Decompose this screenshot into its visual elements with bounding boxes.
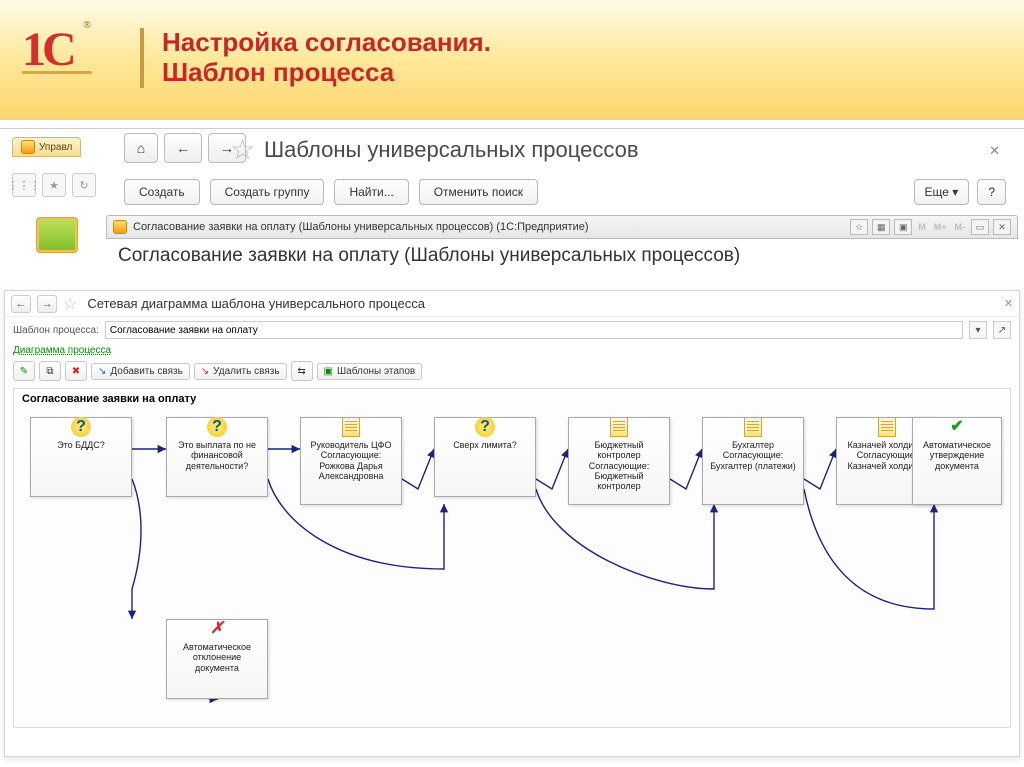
- tool-btn[interactable]: ☆: [850, 219, 868, 235]
- dropdown-icon[interactable]: ▾: [969, 321, 987, 339]
- copy-button[interactable]: ⧉: [39, 361, 61, 381]
- section-label: Диаграмма процесса: [5, 343, 1019, 358]
- add-node-button[interactable]: ✎: [13, 361, 35, 381]
- close-icon[interactable]: ✕: [989, 143, 1000, 159]
- template-label: Шаблон процесса:: [13, 325, 99, 336]
- slide-header: 1C® Настройка согласования. Шаблон проце…: [0, 0, 1024, 120]
- flow-node-role2[interactable]: Бюджетный контролер Согласующие: Бюджетн…: [568, 417, 670, 505]
- history-icon[interactable]: ↻: [72, 173, 96, 197]
- minimize-icon[interactable]: ▭: [971, 219, 989, 235]
- back-button[interactable]: ←: [11, 295, 31, 313]
- tool-btn[interactable]: ⇆: [291, 361, 313, 381]
- flow-node-q2[interactable]: ?Это выплата по не финансовой деятельнос…: [166, 417, 268, 497]
- find-button[interactable]: Найти...: [334, 179, 408, 205]
- forward-button[interactable]: →: [37, 295, 57, 313]
- modal-title: Согласование заявки на оплату (Шаблоны у…: [118, 245, 740, 267]
- flow-node-q3[interactable]: ?Сверх лимита?: [434, 417, 536, 497]
- logo-1c: 1C®: [22, 22, 92, 72]
- slide-title: Настройка согласования. Шаблон процесса: [140, 28, 491, 88]
- grid-icon[interactable]: ⋮⋮⋮: [12, 173, 36, 197]
- toolbar: Создать Создать группу Найти... Отменить…: [124, 179, 538, 205]
- more-button[interactable]: Еще ▾: [914, 179, 970, 205]
- template-field[interactable]: [105, 321, 963, 339]
- app-icon: [113, 220, 127, 234]
- flow-node-reject[interactable]: ✗Автоматическое отклонение документа: [166, 619, 268, 699]
- app-icon: [21, 140, 35, 154]
- mem-mplus[interactable]: M+: [932, 219, 949, 235]
- flow-node-q1[interactable]: ?Это БДДС?: [30, 417, 132, 497]
- canvas-title: Согласование заявки на оплату: [22, 393, 196, 405]
- star-icon[interactable]: ★: [42, 173, 66, 197]
- mem-mminus[interactable]: M-: [953, 219, 968, 235]
- tool-btn[interactable]: ▣: [894, 219, 912, 235]
- modal-titlebar: Согласование заявки на оплату (Шаблоны у…: [106, 215, 1018, 239]
- window-tab[interactable]: Управл: [12, 137, 81, 157]
- modal-caption: Согласование заявки на оплату (Шаблоны у…: [133, 221, 589, 233]
- delete-button[interactable]: ✖: [65, 361, 87, 381]
- add-link-button[interactable]: ↘Добавить связь: [91, 363, 190, 380]
- cancel-search-button[interactable]: Отменить поиск: [419, 179, 538, 205]
- delete-link-button[interactable]: ↘Удалить связь: [194, 363, 287, 380]
- help-button[interactable]: ?: [977, 179, 1006, 205]
- create-button[interactable]: Создать: [124, 179, 200, 205]
- close-icon[interactable]: ✕: [993, 219, 1011, 235]
- flow-node-role3[interactable]: Бухгалтер Согласующие: Бухгалтер (платеж…: [702, 417, 804, 505]
- stage-templates-button[interactable]: ▣Шаблоны этапов: [317, 363, 423, 380]
- home-button[interactable]: ⌂: [124, 133, 158, 163]
- close-icon[interactable]: ✕: [1004, 297, 1013, 310]
- diagram-toolbar: ✎ ⧉ ✖ ↘Добавить связь ↘Удалить связь ⇆ ▣…: [5, 358, 1019, 384]
- main-window: Управл ⌂ ← → ☆ Шаблоны универсальных про…: [0, 128, 1024, 288]
- favorite-icon[interactable]: ☆: [63, 294, 77, 314]
- mem-m[interactable]: M: [916, 219, 928, 235]
- diagram-title: Сетевая диаграмма шаблона универсального…: [87, 296, 425, 311]
- back-button[interactable]: ←: [164, 133, 202, 163]
- create-group-button[interactable]: Создать группу: [210, 179, 325, 205]
- diagram-window: ← → ☆ Сетевая диаграмма шаблона универса…: [4, 290, 1020, 757]
- favorite-icon[interactable]: ☆: [230, 133, 255, 166]
- flow-node-approve[interactable]: ✔Автоматическое утверждение документа: [912, 417, 1002, 505]
- diagram-canvas[interactable]: Согласование заявки на оплату ?Это БДДС?…: [13, 388, 1011, 728]
- sidebar-decor-icon: [36, 217, 78, 253]
- page-title: Шаблоны универсальных процессов: [264, 137, 639, 163]
- open-icon[interactable]: ↗: [993, 321, 1011, 339]
- tool-btn[interactable]: ▦: [872, 219, 890, 235]
- flow-node-role1[interactable]: Руководитель ЦФО Согласующие: Рожкова Да…: [300, 417, 402, 505]
